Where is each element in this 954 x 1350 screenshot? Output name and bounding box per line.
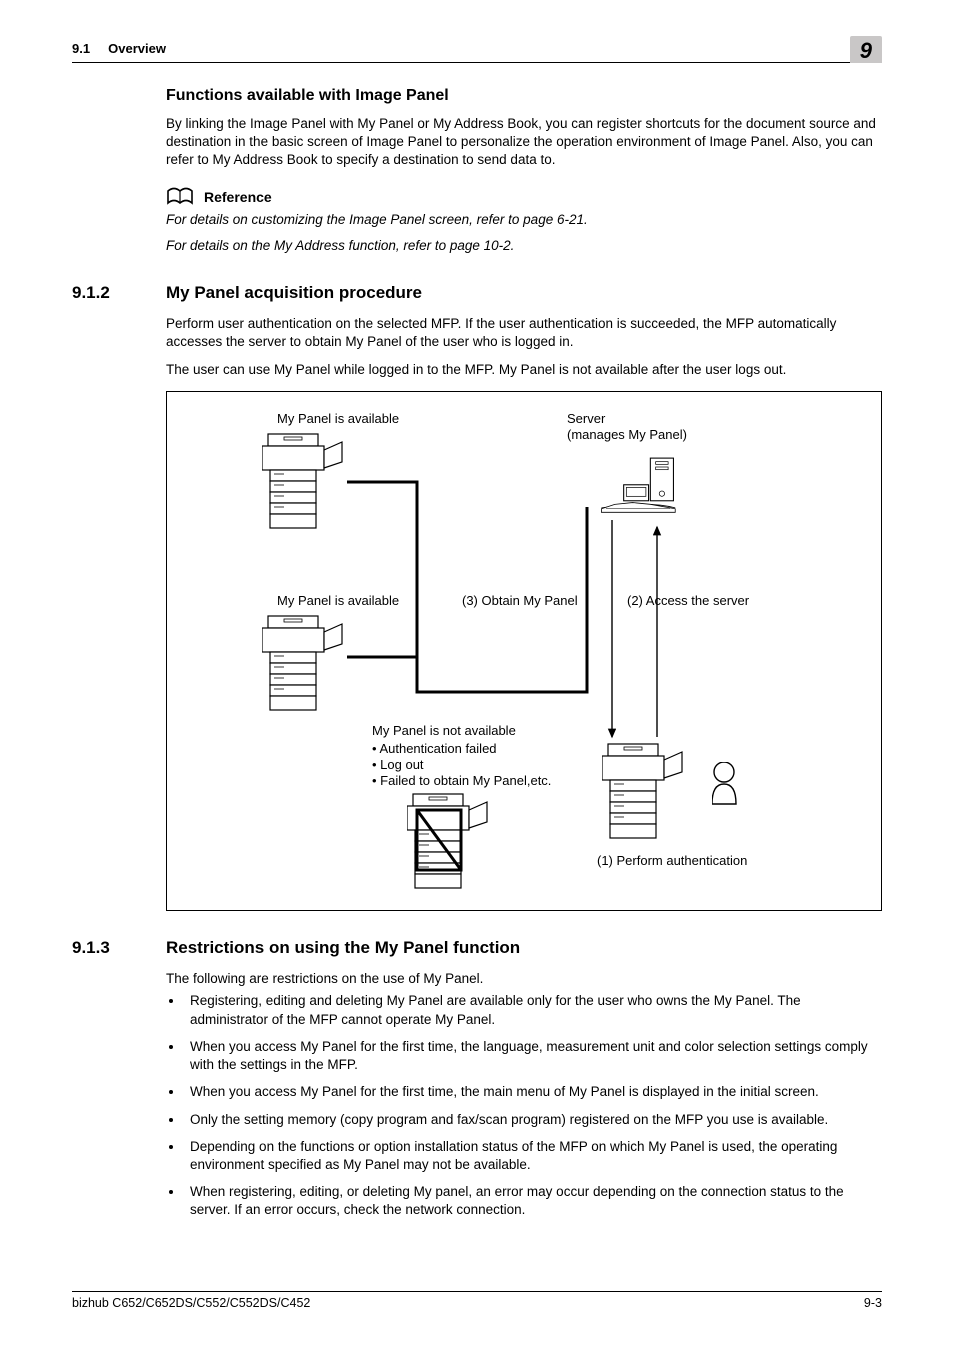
list-item: When you access My Panel for the first t… [184,1038,882,1074]
footer-page-number: 9-3 [864,1295,882,1312]
reference-line: For details on customizing the Image Pan… [166,211,882,229]
paragraph: Perform user authentication on the selec… [166,315,882,351]
list-item: When registering, editing, or deleting M… [184,1183,882,1219]
subsection-title: Restrictions on using the My Panel funct… [166,937,520,960]
subsection-number: 9.1.3 [72,937,132,960]
footer-model: bizhub C652/C652DS/C552/C552DS/C452 [72,1295,310,1312]
subsection-number: 9.1.2 [72,282,132,305]
subsection-title: My Panel acquisition procedure [166,282,422,305]
subsection-heading: 9.1.2 My Panel acquisition procedure [72,282,882,305]
heading-functions-available: Functions available with Image Panel [166,85,882,107]
paragraph: The following are restrictions on the us… [166,970,882,988]
list-item: When you access My Panel for the first t… [184,1083,882,1101]
section-number: 9.1 [72,41,90,56]
list-item: Only the setting memory (copy program an… [184,1111,882,1129]
page-header: 9.1 Overview 9 [72,36,882,63]
reference-heading: Reference [166,187,882,207]
list-item: Depending on the functions or option ins… [184,1138,882,1174]
book-icon [166,187,196,207]
section-header: 9.1 Overview [72,40,166,58]
paragraph: The user can use My Panel while logged i… [166,361,882,379]
subsection-heading: 9.1.3 Restrictions on using the My Panel… [72,937,882,960]
reference-line: For details on the My Address function, … [166,237,882,255]
chapter-number-tab: 9 [850,36,882,63]
restrictions-list: Registering, editing and deleting My Pan… [166,992,882,1219]
section-title: Overview [108,41,166,56]
page-footer: bizhub C652/C652DS/C552/C552DS/C452 9-3 [72,1291,882,1312]
diagram-connectors [167,392,857,912]
paragraph: By linking the Image Panel with My Panel… [166,115,882,170]
reference-label: Reference [204,188,272,207]
acquisition-diagram: My Panel is available Server (manages My… [166,391,882,911]
list-item: Registering, editing and deleting My Pan… [184,992,882,1028]
